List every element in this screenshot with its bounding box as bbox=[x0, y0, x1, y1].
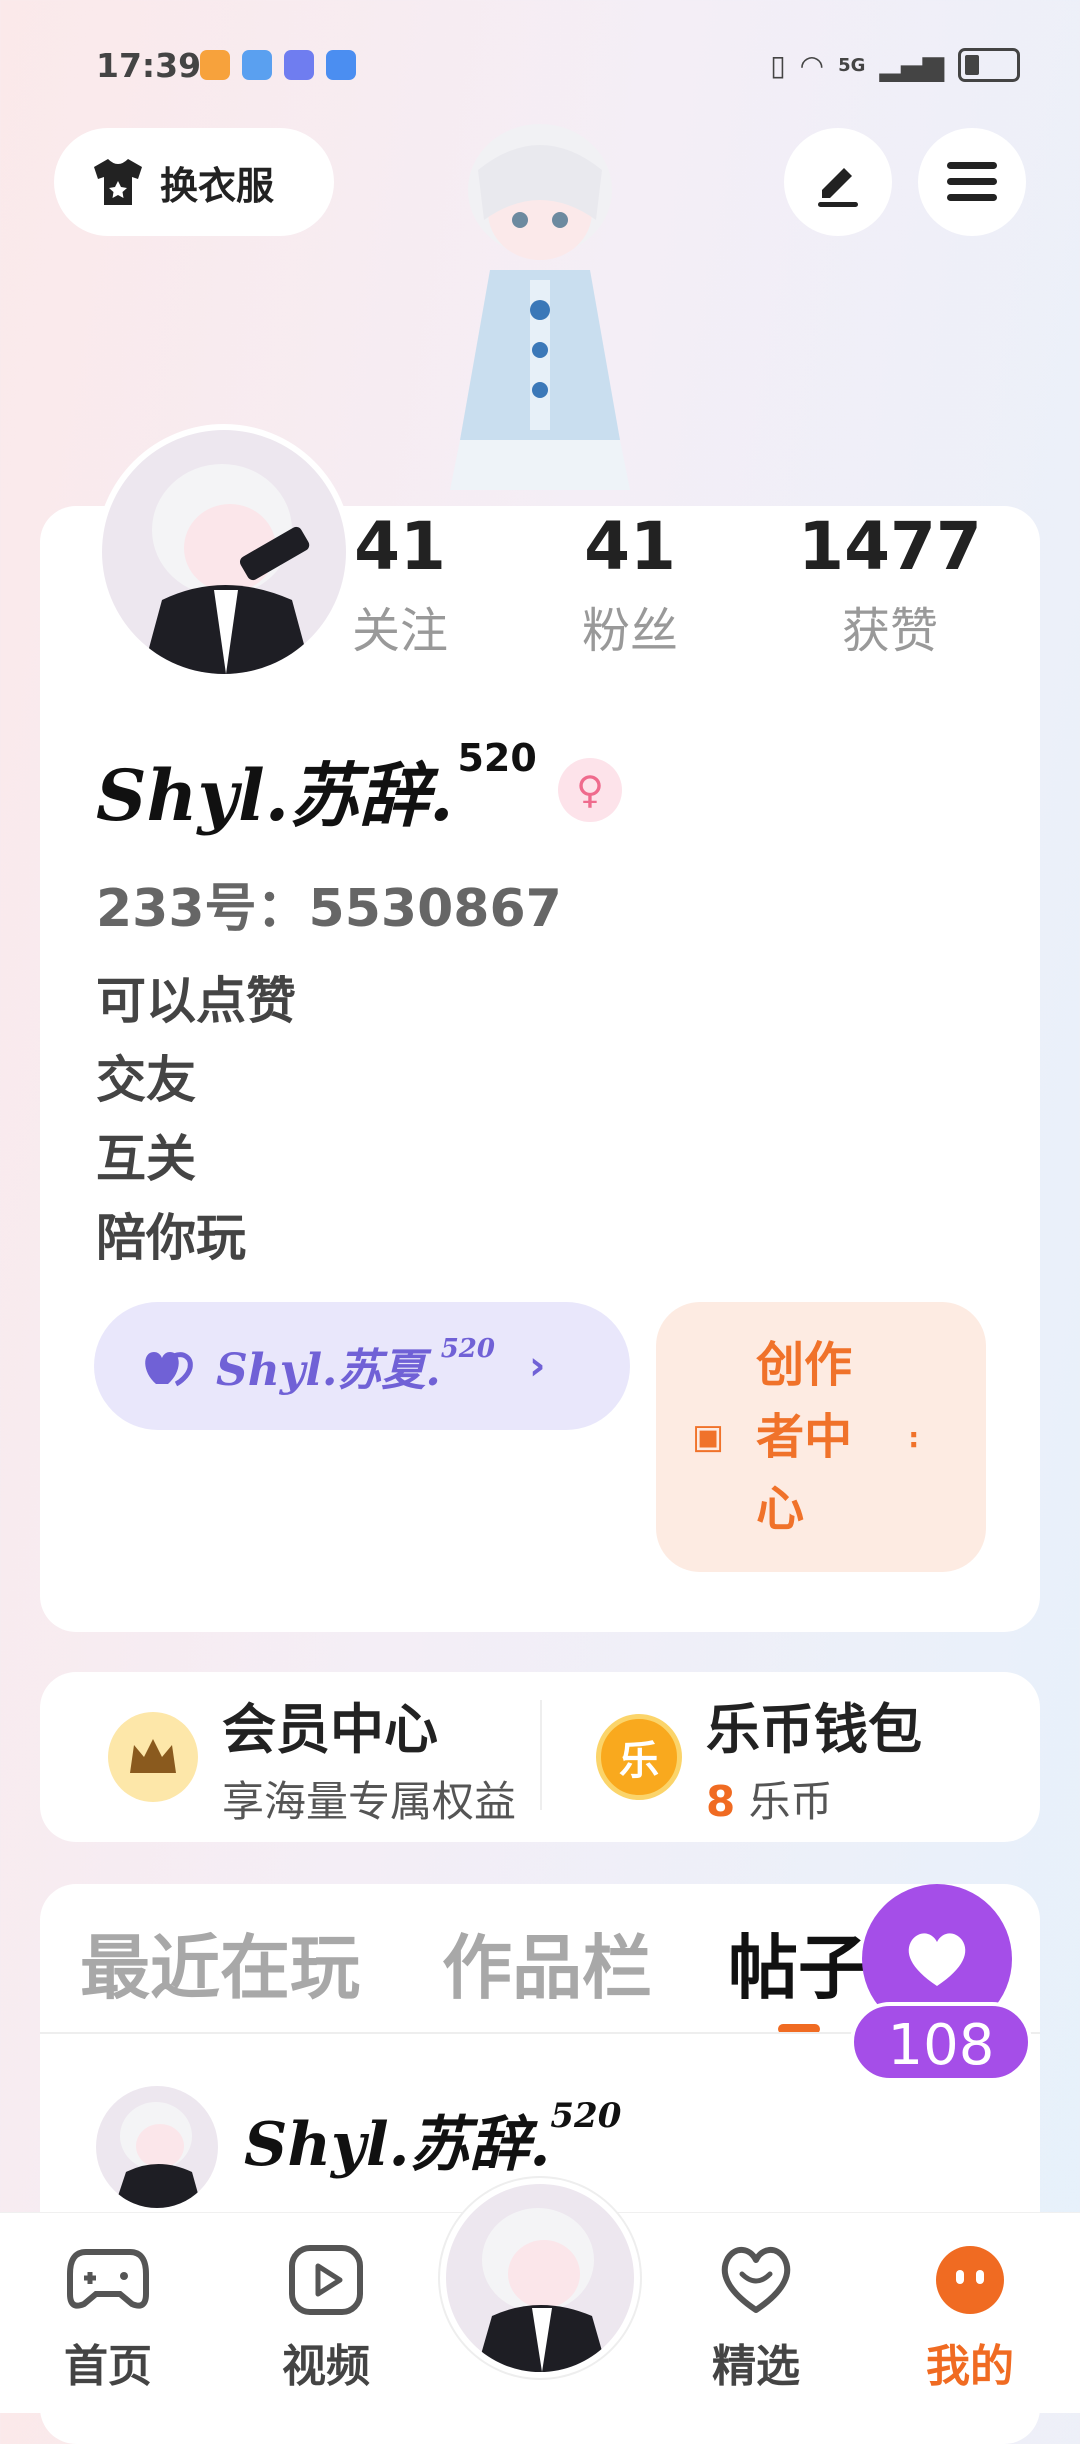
username: Shyl.苏辞. 520 bbox=[96, 736, 537, 841]
profile-avatar[interactable] bbox=[96, 424, 352, 680]
member-center-title: 会员中心 bbox=[222, 1698, 438, 1761]
network-label: 5G bbox=[838, 54, 866, 76]
nav-home[interactable]: 首页 bbox=[38, 2244, 178, 2394]
followers-count: 41 bbox=[584, 508, 676, 585]
crown-icon bbox=[108, 1712, 198, 1802]
status-time: 17:39 bbox=[96, 46, 202, 85]
nav-me-label: 我的 bbox=[926, 2341, 1014, 2392]
stat-likes[interactable]: 1477 获赞 bbox=[780, 508, 1000, 661]
signal-icon: ▂▄▆ bbox=[879, 48, 944, 82]
username-sup: 520 bbox=[457, 736, 537, 780]
face-icon bbox=[936, 2246, 1004, 2314]
member-center-button[interactable]: 会员中心 享海量专属权益 bbox=[40, 1672, 540, 1842]
shirt-icon bbox=[94, 159, 142, 205]
tab-works[interactable]: 作品栏 bbox=[442, 1912, 652, 2013]
nav-featured-label: 精选 bbox=[712, 2341, 800, 2392]
wifi-icon: ◠ bbox=[799, 48, 825, 82]
bio: 可以点赞 交友 互关 陪你玩 bbox=[96, 962, 296, 1278]
wallet-unit: 乐币 bbox=[748, 1777, 833, 1826]
notification-icons bbox=[200, 50, 356, 80]
chevron-right-icon: › bbox=[528, 1343, 546, 1389]
wallet-button[interactable]: 乐 乐币钱包 8 乐币 bbox=[550, 1672, 1040, 1842]
double-heart-icon bbox=[145, 1352, 193, 1387]
heart-icon bbox=[908, 1933, 966, 1986]
stat-following[interactable]: 41 关注 bbox=[330, 508, 470, 661]
nav-video[interactable]: 视频 bbox=[256, 2244, 396, 2394]
nav-home-label: 首页 bbox=[64, 2341, 152, 2392]
app-notif-icon bbox=[200, 50, 230, 80]
like-count: 108 bbox=[850, 2002, 1032, 2082]
center-avatar-button[interactable] bbox=[440, 2178, 640, 2378]
nav-featured[interactable]: 精选 bbox=[686, 2244, 826, 2394]
coin-icon: 乐 bbox=[596, 1714, 682, 1800]
post-author-avatar[interactable] bbox=[96, 2086, 218, 2208]
menu-button[interactable] bbox=[918, 128, 1026, 236]
tab-recently-played[interactable]: 最近在玩 bbox=[80, 1912, 360, 2013]
nav-me[interactable]: 我的 bbox=[900, 2244, 1040, 2394]
edit-button[interactable] bbox=[784, 128, 892, 236]
gamepad-icon bbox=[67, 2249, 149, 2309]
wallet-amount: 8 bbox=[706, 1777, 736, 1826]
female-icon: ♀ bbox=[558, 758, 622, 822]
post-author-name-text: Shyl.苏辞. bbox=[244, 2110, 551, 2180]
vibrate-icon: ▯ bbox=[770, 48, 786, 82]
avatar-3d-figure[interactable] bbox=[420, 110, 660, 510]
system-icons: ▯ ◠ 5G ▂▄▆ bbox=[770, 48, 1020, 82]
menu-icon bbox=[947, 162, 997, 201]
creator-label-line: 创作 bbox=[756, 1337, 853, 1393]
video-icon bbox=[289, 2245, 363, 2315]
battery-icon bbox=[958, 48, 1020, 82]
coin-char: 乐 bbox=[619, 1738, 659, 1784]
partner-name: Shyl.苏夏.520 bbox=[216, 1334, 495, 1398]
nav-video-label: 视频 bbox=[282, 2341, 370, 2392]
wallet-title: 乐币钱包 bbox=[706, 1698, 922, 1761]
heart-badge-icon bbox=[721, 2247, 791, 2313]
partner-name-text: Shyl.苏夏. bbox=[216, 1345, 441, 1396]
bio-line: 陪你玩 bbox=[96, 1209, 246, 1267]
change-outfit-button[interactable]: 换衣服 bbox=[54, 128, 334, 236]
followers-label: 粉丝 bbox=[581, 603, 678, 659]
username-text: Shyl.苏辞. bbox=[96, 754, 454, 837]
following-count: 41 bbox=[354, 508, 446, 585]
post-author-name: Shyl.苏辞.520 bbox=[244, 2096, 621, 2183]
change-outfit-label: 换衣服 bbox=[160, 163, 275, 208]
user-id[interactable]: 233号：5530867 bbox=[96, 866, 562, 941]
partner-button[interactable]: Shyl.苏夏.520 › bbox=[94, 1302, 630, 1430]
creator-center-label: 创作 者中 心 bbox=[756, 1329, 852, 1545]
bio-line: 可以点赞 bbox=[96, 972, 296, 1030]
creator-label-line: 者中 bbox=[756, 1409, 853, 1465]
bio-line: 互关 bbox=[96, 1130, 196, 1188]
wallet-balance: 8 乐币 bbox=[706, 1768, 922, 1829]
likes-received-count: 1477 bbox=[798, 508, 982, 585]
shop-notif-icon bbox=[326, 50, 356, 80]
following-label: 关注 bbox=[351, 603, 448, 659]
bio-line: 交友 bbox=[96, 1051, 196, 1109]
edit-icon bbox=[818, 168, 858, 207]
post-author-name-sup: 520 bbox=[550, 2096, 622, 2136]
member-center-subtitle: 享海量专属权益 bbox=[222, 1777, 517, 1826]
divider bbox=[540, 1700, 542, 1810]
gamepad-plus-icon: ▣ bbox=[692, 1417, 725, 1457]
creator-center-button[interactable]: ▣ 创作 者中 心 : bbox=[656, 1302, 986, 1572]
likes-received-label: 获赞 bbox=[841, 603, 938, 659]
stat-followers[interactable]: 41 粉丝 bbox=[560, 508, 700, 661]
dot-icon: : bbox=[908, 1420, 920, 1454]
music-notif-icon bbox=[284, 50, 314, 80]
tab-posts[interactable]: 帖子 bbox=[728, 1912, 868, 2013]
app-notif-icon bbox=[242, 50, 272, 80]
partner-name-sup: 520 bbox=[440, 1334, 495, 1364]
creator-label-line: 心 bbox=[756, 1481, 805, 1537]
